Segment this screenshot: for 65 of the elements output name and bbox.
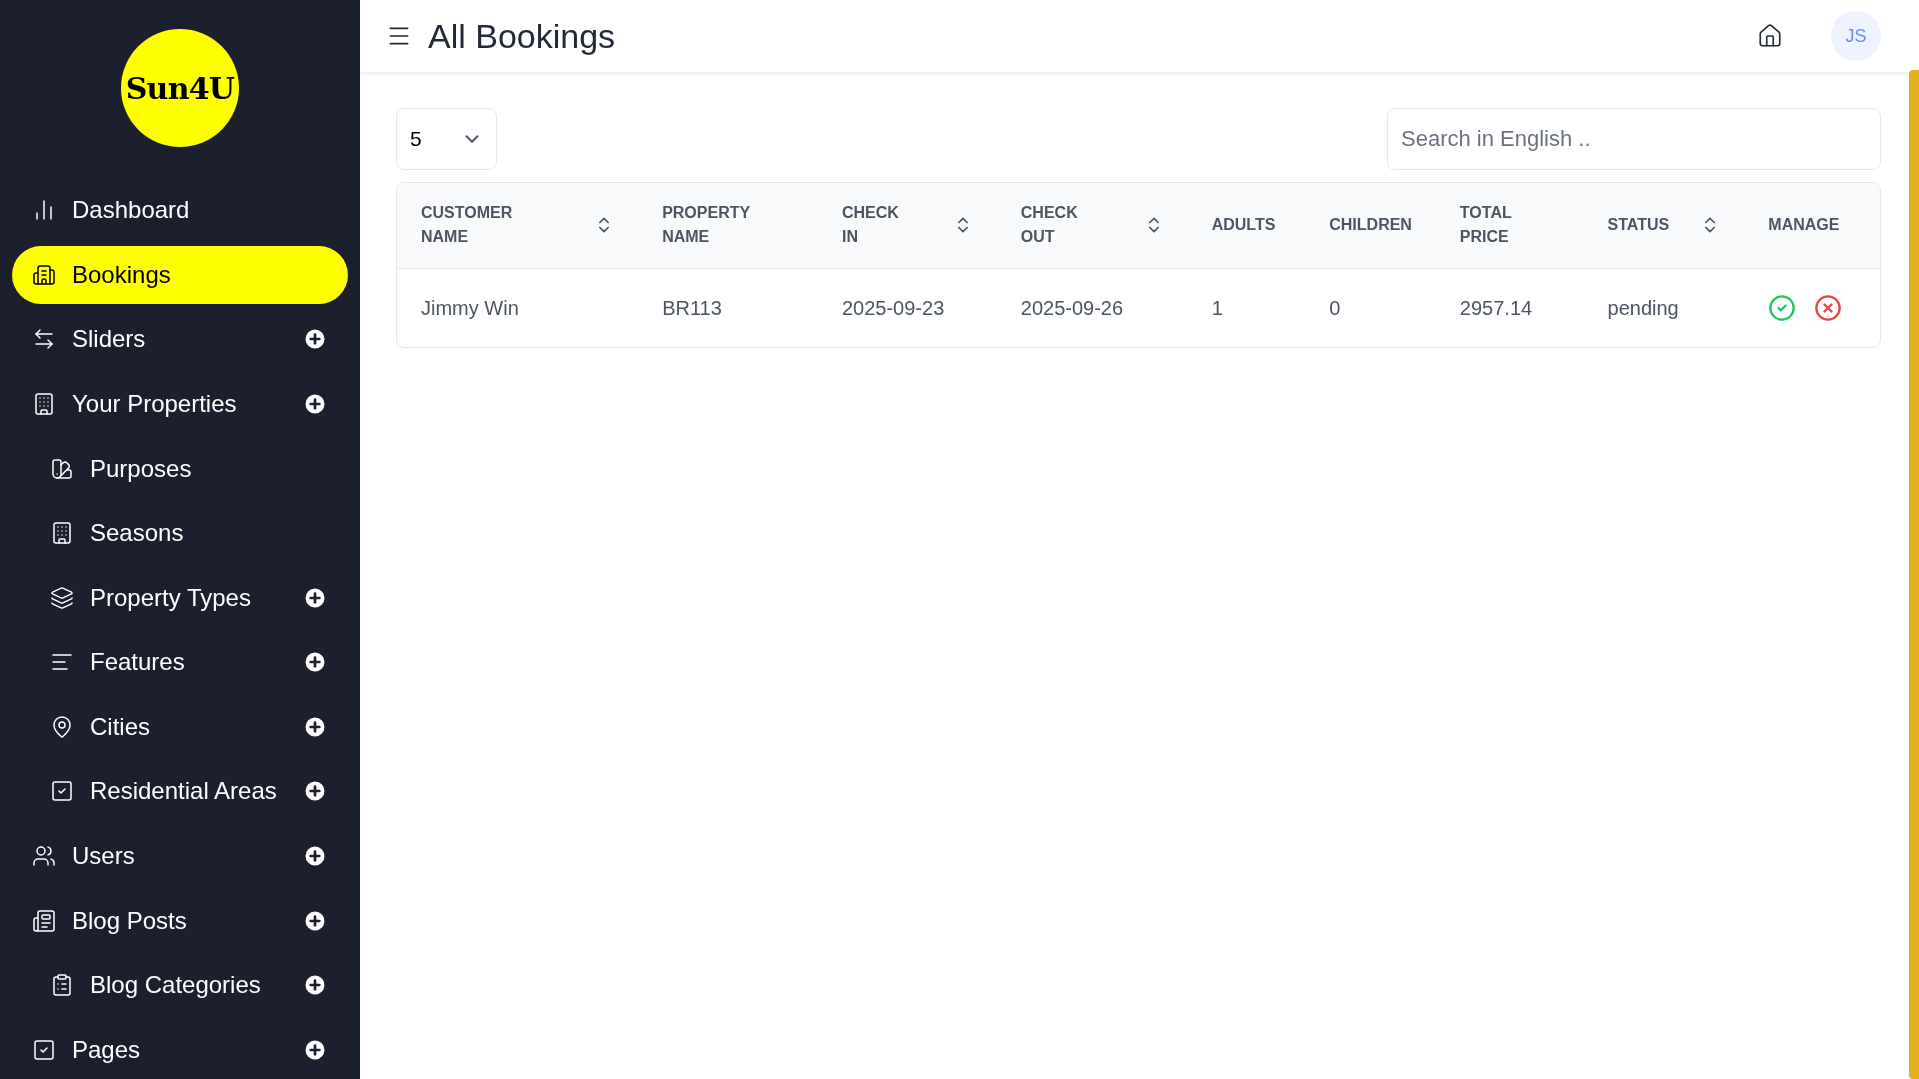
sidebar-label: Users (72, 841, 135, 872)
table-cell: 0 (1329, 296, 1341, 319)
table-cell: BR113 (662, 296, 722, 319)
sidebar-item[interactable]: Pages (12, 1020, 348, 1079)
swatch-icon (50, 456, 74, 481)
scrollbar[interactable] (1909, 70, 1919, 1079)
column-header: STATUS (1607, 215, 1670, 236)
sidebar-item[interactable]: Cities (12, 697, 348, 757)
sidebar-label: Sliders (72, 324, 146, 355)
sidebar-item[interactable]: Seasons (12, 503, 348, 563)
sidebar-item[interactable]: Your Properties (12, 374, 348, 434)
sidebar-label: Property Types (90, 582, 251, 613)
sidebar-label: Pages (72, 1034, 141, 1065)
column-header: TOTAL PRICE (1459, 203, 1512, 248)
sidebar-label: Residential Areas (90, 776, 277, 807)
building-icon (50, 521, 74, 546)
sidebar-item[interactable]: Residential Areas (12, 762, 348, 821)
column-header: CHILDREN (1329, 215, 1412, 236)
sidebar-label: Blog Categories (90, 970, 261, 1001)
table-cell: 2957.14 (1459, 296, 1533, 319)
arrows-icon (32, 327, 56, 352)
column-header: CHECK IN (841, 203, 899, 248)
page-size-select[interactable]: 5 (396, 108, 497, 170)
column-header: PROPERTY NAME (662, 203, 750, 248)
column-header: CUSTOMER NAME (421, 203, 513, 248)
clipboard-icon (50, 973, 74, 998)
sidebar-item[interactable]: Features (12, 633, 348, 692)
sidebar-label: Purposes (90, 453, 192, 484)
page-title: All Bookings (428, 15, 616, 57)
sidebar-label: Seasons (90, 518, 184, 549)
stack-icon (50, 585, 74, 610)
sidebar-item[interactable]: Dashboard (12, 181, 348, 240)
building-icon (32, 392, 56, 416)
sidebar-item[interactable]: Purposes (12, 439, 348, 498)
sidebar-label: Cities (90, 711, 150, 742)
table-cell: 2025-09-23 (841, 296, 945, 319)
column-header: MANAGE (1768, 215, 1840, 236)
newspaper-icon (32, 908, 56, 933)
table-cell: 2025-09-26 (1020, 296, 1124, 319)
sidebar-label: Blog Posts (72, 905, 187, 936)
reject-icon[interactable] (1814, 293, 1843, 322)
checkbox-icon (32, 1037, 56, 1062)
home-icon[interactable] (1757, 23, 1783, 49)
sidebar-label: Bookings (72, 259, 171, 290)
logo: Sun4U (121, 29, 239, 147)
sidebar-item[interactable]: Property Types (12, 568, 348, 628)
sidebar-label: Features (90, 647, 185, 678)
building-icon (32, 262, 56, 287)
sidebar-item[interactable]: Bookings (12, 245, 348, 305)
sidebar-item[interactable]: Blog Posts (12, 891, 348, 950)
add-icon[interactable] (302, 391, 328, 417)
sidebar-item[interactable]: Blog Categories (12, 955, 348, 1015)
sidebar-label: Your Properties (72, 389, 237, 419)
users-icon (32, 844, 56, 869)
search-field[interactable]: Search in English .. (1387, 108, 1881, 170)
map-pin-icon (50, 714, 74, 739)
sidebar-item[interactable]: Users (12, 826, 348, 886)
table-cell: 1 (1211, 296, 1223, 319)
checkbox-icon (50, 779, 74, 804)
column-header: ADULTS (1211, 215, 1276, 236)
sidebar-label: Dashboard (72, 195, 190, 226)
column-header: CHECK OUT (1020, 203, 1078, 248)
table-cell: Jimmy Win (421, 296, 519, 319)
table-cell: pending (1607, 296, 1679, 319)
sidebar-item[interactable]: Sliders (12, 310, 348, 369)
